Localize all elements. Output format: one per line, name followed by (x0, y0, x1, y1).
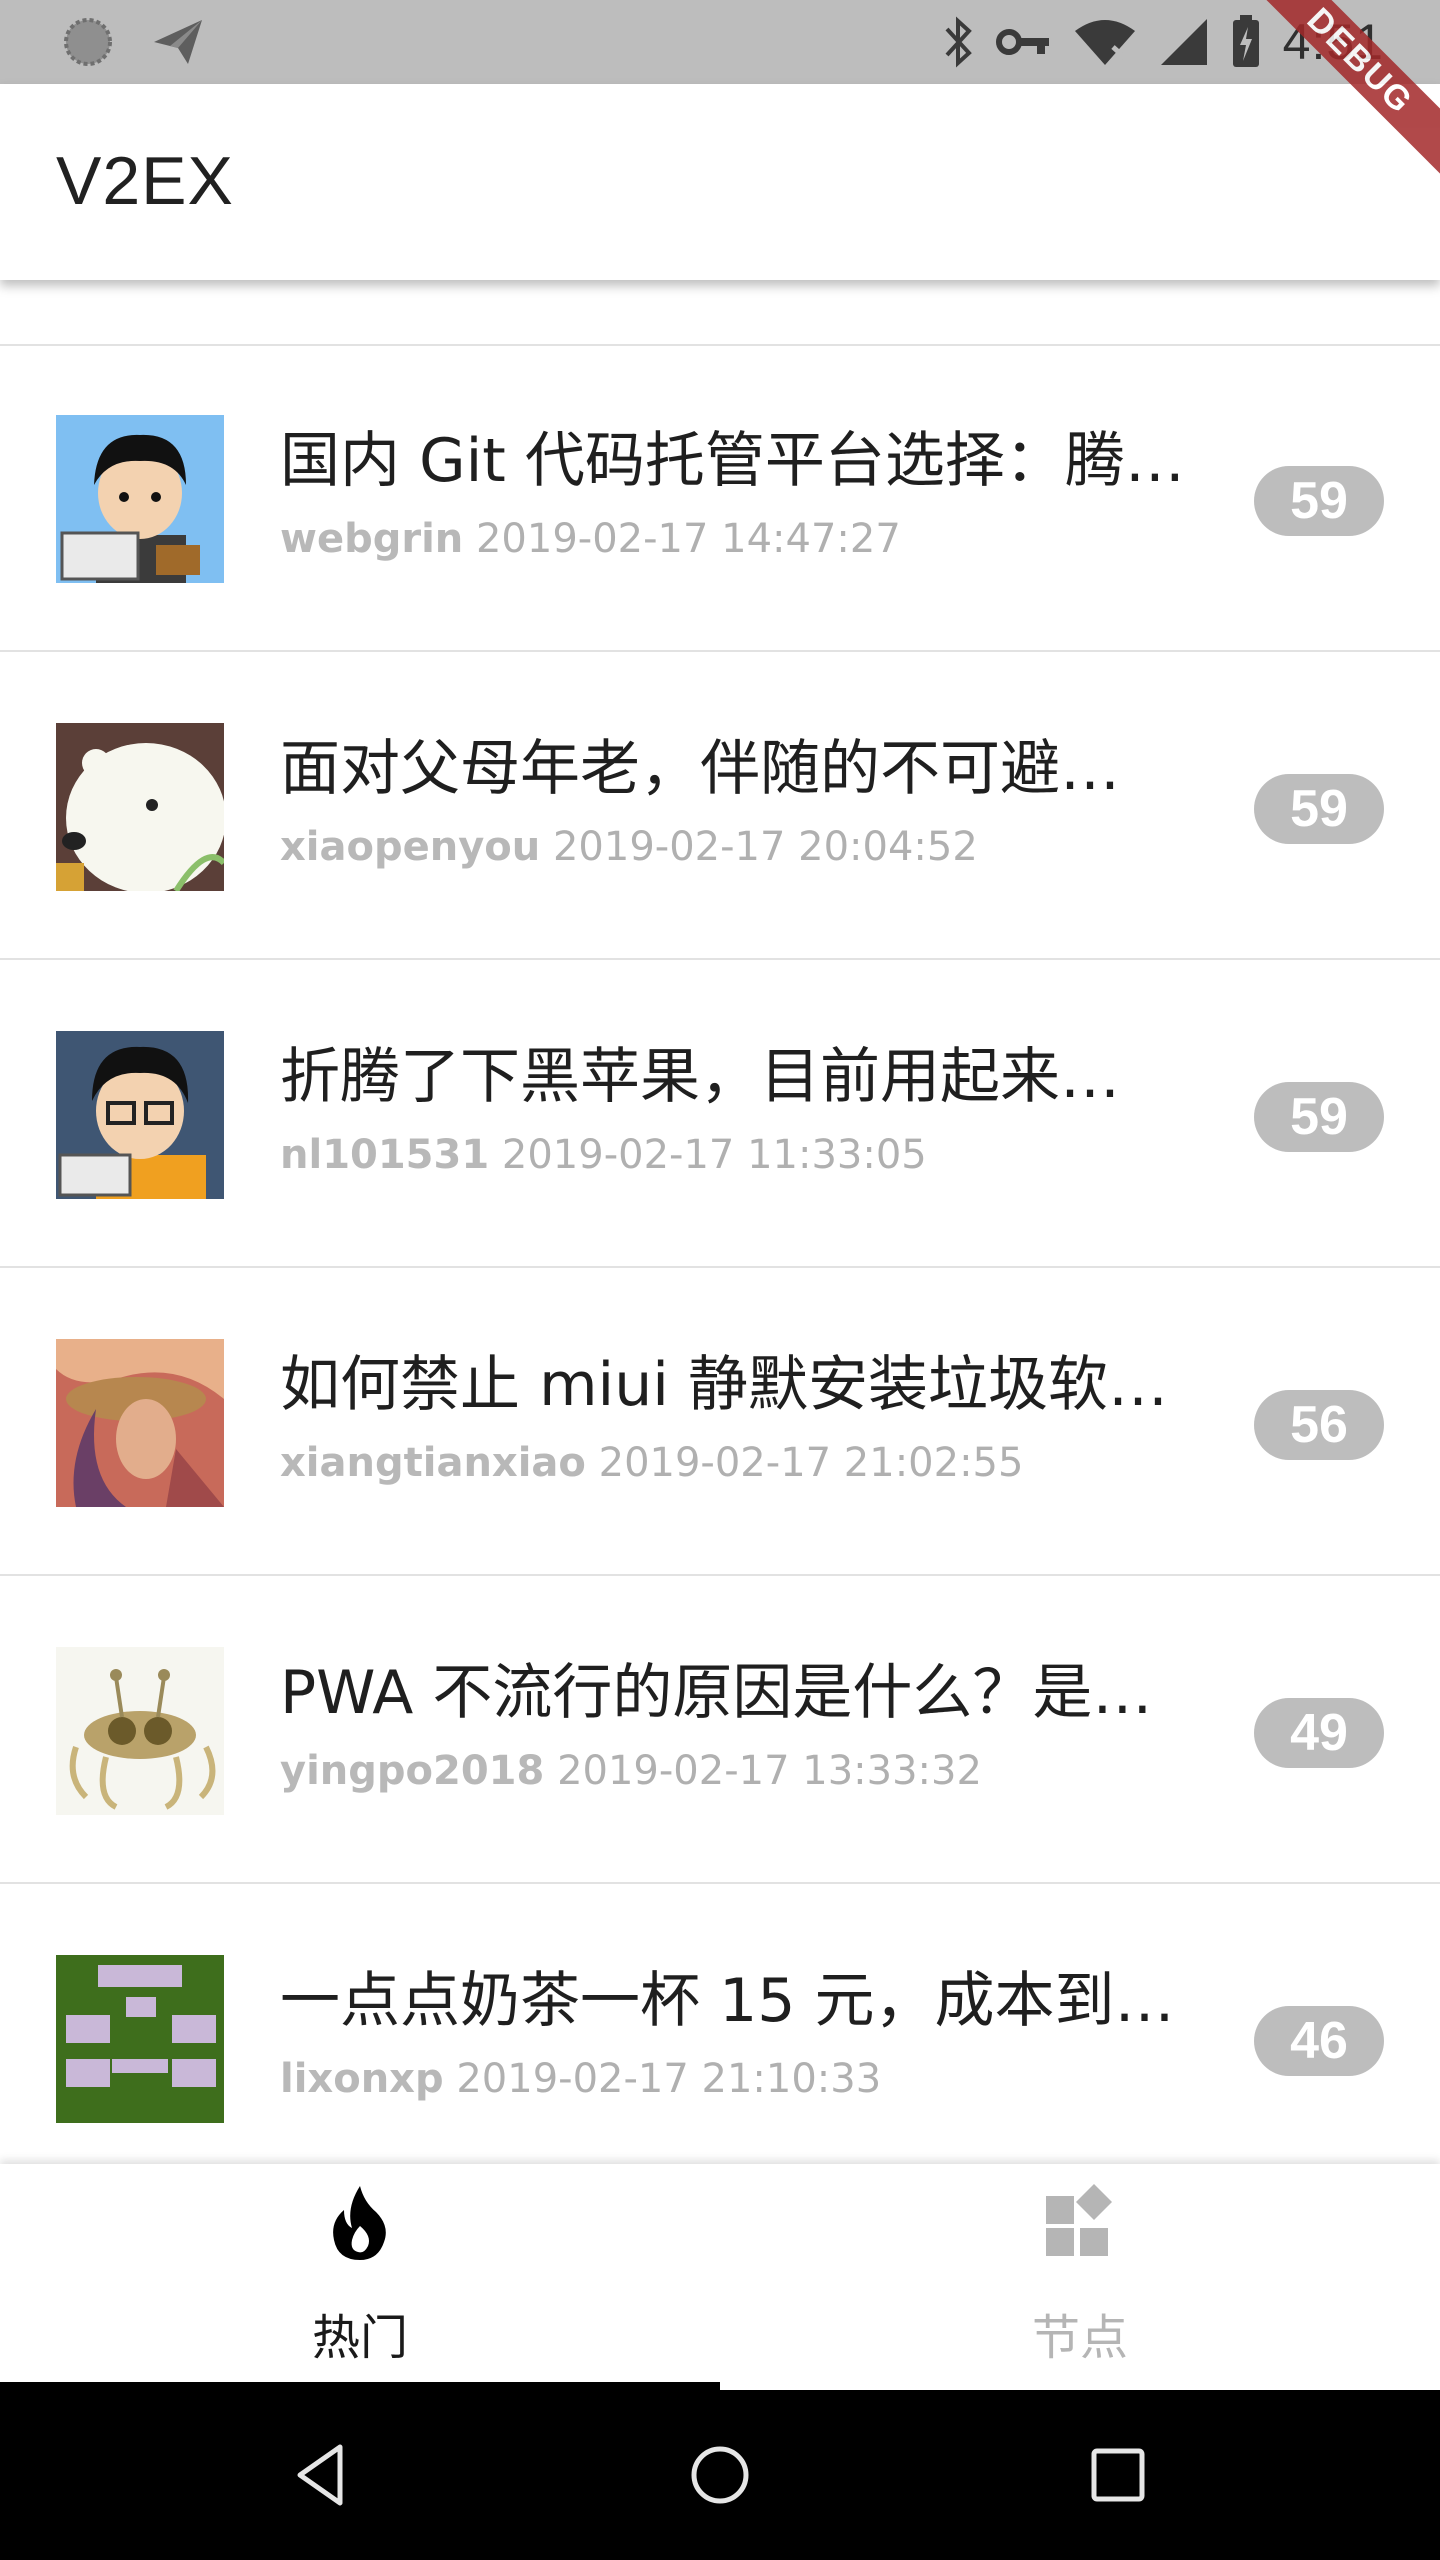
topic-row[interactable]: PWA 不流行的原因是什么？是… yingpo2018 2019-02-17 1… (0, 1578, 1440, 1884)
topic-title[interactable]: 一点点奶茶一杯 15 元，成本到… (280, 1952, 1200, 2039)
home-icon[interactable] (680, 2435, 760, 2515)
topic-title[interactable]: 折腾了下黑苹果，目前用起来… (280, 1028, 1200, 1115)
topic-meta: webgrin 2019-02-17 14:47:27 (280, 516, 901, 562)
vpn-key-icon (995, 29, 1049, 55)
topic-time: 2019-02-17 13:33:32 (557, 1748, 982, 1794)
topic-time: 2019-02-17 21:10:33 (456, 2056, 882, 2102)
battery-icon (1232, 15, 1259, 67)
signal-icon (1160, 19, 1207, 65)
topic-meta: xiangtianxiao 2019-02-17 21:02:55 (280, 1440, 1023, 1486)
reply-count-badge: 46 (1254, 2006, 1384, 2076)
recents-icon[interactable] (1078, 2435, 1158, 2515)
topic-time: 2019-02-17 21:02:55 (598, 1440, 1024, 1486)
back-icon[interactable] (282, 2435, 362, 2515)
topic-author[interactable]: xiaopenyou (280, 824, 540, 870)
topic-row[interactable]: 一点点奶茶一杯 15 元，成本到… lixonxp 2019-02-17 21:… (0, 1886, 1440, 2164)
topic-row[interactable]: 国内 Git 代码托管平台选择：腾… webgrin 2019-02-17 14… (0, 346, 1440, 652)
reply-count-badge: 49 (1254, 1698, 1384, 1768)
topic-time: 2019-02-17 20:04:52 (552, 824, 978, 870)
avatar[interactable] (56, 723, 224, 891)
tab-label: 热门 (311, 2310, 408, 2366)
topic-author[interactable]: xiangtianxiao (280, 1440, 586, 1486)
tab-hot[interactable]: 热门 (0, 2164, 720, 2390)
widgets-icon (1046, 2184, 1112, 2256)
bluetooth-icon (945, 16, 972, 68)
system-nav-bar (0, 2390, 1440, 2560)
page-title: V2EX (56, 143, 234, 219)
avatar[interactable] (56, 1955, 224, 2123)
tab-label: 节点 (1031, 2310, 1128, 2366)
reply-count-badge: 56 (1254, 1390, 1384, 1460)
loading-circle-icon (64, 18, 112, 66)
topic-time: 2019-02-17 11:33:05 (501, 1132, 927, 1178)
topic-author[interactable]: yingpo2018 (280, 1748, 544, 1794)
topic-title[interactable]: 如何禁止 miui 静默安装垃圾软… (280, 1336, 1200, 1423)
avatar[interactable] (56, 1031, 224, 1199)
topic-row[interactable]: 面对父母年老，伴随的不可避… xiaopenyou 2019-02-17 20:… (0, 654, 1440, 960)
bottom-navigation: 热门 节点 (0, 2164, 1440, 2390)
wifi-icon (1074, 20, 1135, 67)
tab-indicator (0, 2382, 720, 2390)
topic-row[interactable]: 折腾了下黑苹果，目前用起来… nl101531 2019-02-17 11:33… (0, 962, 1440, 1268)
topic-meta: xiaopenyou 2019-02-17 20:04:52 (280, 824, 978, 870)
reply-count-badge: 59 (1254, 1082, 1384, 1152)
topic-meta: lixonxp 2019-02-17 21:10:33 (280, 2056, 881, 2102)
reply-count-badge: 59 (1254, 774, 1384, 844)
avatar[interactable] (56, 415, 224, 583)
tab-nodes[interactable]: 节点 (720, 2164, 1440, 2390)
topic-author[interactable]: lixonxp (280, 2056, 444, 2102)
topic-row[interactable]: 如何禁止 miui 静默安装垃圾软… xiangtianxiao 2019-02… (0, 1270, 1440, 1576)
app-bar: V2EX (0, 84, 1440, 280)
topic-author[interactable]: webgrin (280, 516, 463, 562)
topic-meta: nl101531 2019-02-17 11:33:05 (280, 1132, 927, 1178)
status-bar: 4:51 (0, 0, 1440, 84)
topic-time: 2019-02-17 14:47:27 (475, 516, 901, 562)
topic-title[interactable]: 国内 Git 代码托管平台选择：腾… (280, 412, 1200, 499)
reply-count-badge: 59 (1254, 466, 1384, 536)
fire-icon (333, 2186, 386, 2260)
topic-list[interactable]: 国内 Git 代码托管平台选择：腾… webgrin 2019-02-17 14… (0, 280, 1440, 2164)
send-icon (154, 20, 202, 64)
topic-author[interactable]: nl101531 (280, 1132, 489, 1178)
avatar[interactable] (56, 1647, 224, 1815)
topic-title[interactable]: 面对父母年老，伴随的不可避… (280, 720, 1200, 807)
topic-meta: yingpo2018 2019-02-17 13:33:32 (280, 1748, 982, 1794)
avatar[interactable] (56, 1339, 224, 1507)
topic-title[interactable]: PWA 不流行的原因是什么？是… (280, 1644, 1200, 1731)
